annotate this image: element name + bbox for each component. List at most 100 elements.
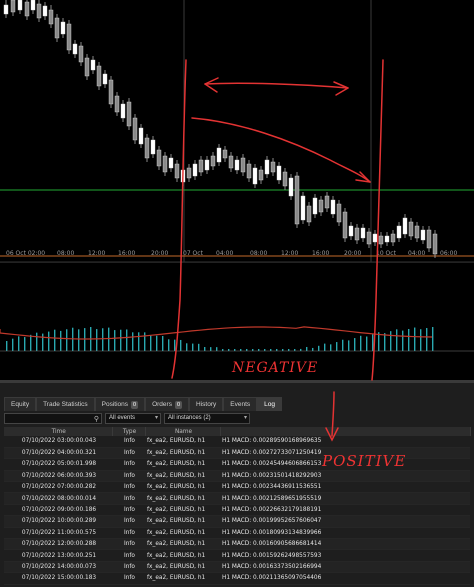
candle-body	[402, 217, 408, 235]
instances-select-value: All instances (2)	[168, 415, 211, 421]
macd-histogram-bar	[30, 334, 32, 351]
candle	[402, 214, 408, 238]
candle	[150, 136, 156, 158]
log-name-cell: fx_ea2, EURUSD, h1	[145, 481, 220, 494]
candle-body	[150, 139, 156, 155]
candle	[216, 144, 222, 166]
candle	[24, 0, 30, 20]
candle	[174, 160, 180, 182]
table-row[interactable]: 07/10/2022 06:00:00.393 Info fx_ea2, EURUS…	[4, 470, 470, 483]
tab-label: Positions	[101, 400, 129, 408]
log-table: Time Type Name 07/10/2022 03:00:00.043 In…	[4, 427, 471, 585]
search-input[interactable]: ⚲	[4, 413, 102, 424]
candle	[17, 0, 23, 14]
table-row[interactable]: 07/10/2022 03:00:00.043 Info fx_ea2, EURUS…	[4, 436, 470, 448]
column-header-name[interactable]: Name	[145, 427, 221, 436]
macd-histogram-bar	[186, 343, 188, 351]
candle	[360, 224, 366, 242]
candle-body	[216, 147, 222, 163]
tab-positions[interactable]: Positions 0	[94, 397, 146, 411]
candle-body	[66, 23, 72, 51]
log-name-cell: fx_ea2, EURUSD, h1	[145, 447, 220, 460]
tab-history[interactable]: History	[189, 397, 224, 411]
macd-histogram-bar	[78, 329, 80, 351]
log-time-cell: 07/10/2022 11:00:00.575	[4, 527, 112, 540]
macd-histogram-bar	[414, 327, 416, 351]
table-row[interactable]: 07/10/2022 11:00:00.575 Info fx_ea2, EURUS…	[4, 527, 470, 540]
instances-select[interactable]: All instances (2) ▾	[164, 413, 250, 424]
log-name-cell: fx_ea2, EURUSD, h1	[145, 527, 220, 540]
candle	[42, 2, 48, 20]
candle-body	[36, 3, 42, 19]
tab-label: Events	[230, 400, 251, 408]
candle	[114, 92, 120, 116]
macd-histogram-bar	[402, 330, 404, 351]
macd-histogram-bar	[114, 330, 116, 351]
candle-body	[162, 155, 168, 173]
table-row[interactable]: 07/10/2022 14:00:00.073 Info fx_ea2, EURUS…	[4, 561, 470, 574]
candle	[420, 226, 426, 244]
candle	[312, 194, 318, 218]
log-time-cell: 07/10/2022 07:00:00.282	[4, 481, 112, 494]
log-type-cell: Info	[112, 470, 145, 483]
events-select[interactable]: All events ▾	[105, 413, 161, 424]
search-icon[interactable]: ⚲	[94, 415, 99, 423]
macd-histogram-bar	[156, 335, 158, 351]
log-message-cell: H1 MACD: 0.00159262498557593	[220, 549, 470, 562]
log-type-cell: Info	[112, 447, 145, 460]
candle-body	[234, 159, 240, 171]
tab-log[interactable]: Log	[257, 397, 282, 411]
candle-body	[426, 229, 432, 249]
price-chart[interactable]: 06 Oct 02:00 08:00 12:00 16:00 20:00 07 Oct 04…	[0, 0, 474, 262]
table-row[interactable]: 07/10/2022 13:00:00.251 Info fx_ea2, EURUS…	[4, 549, 470, 562]
tab-orders[interactable]: Orders 0	[145, 397, 190, 411]
chevron-down-icon: ▾	[243, 415, 247, 421]
candle-body	[372, 233, 378, 243]
macd-histogram-bar	[108, 327, 110, 351]
macd-histogram-bar	[162, 335, 164, 351]
table-header-row: Time Type Name	[4, 427, 471, 436]
table-row[interactable]: 07/10/2022 09:00:00.186 Info fx_ea2, EURUS…	[4, 504, 470, 517]
candle	[390, 230, 396, 246]
log-time-cell: 07/10/2022 06:00:00.393	[4, 470, 112, 483]
column-header-time[interactable]: Time	[4, 427, 113, 436]
log-message-cell: H1 MACD: 0.00163373502166994	[220, 561, 470, 574]
tab-trade-statistics[interactable]: Trade Statistics	[36, 397, 95, 411]
log-time-cell: 07/10/2022 13:00:00.251	[4, 549, 112, 562]
log-type-cell: Info	[112, 458, 145, 471]
log-type-cell: Info	[112, 527, 145, 540]
candle	[252, 164, 258, 188]
candle	[138, 124, 144, 148]
candle	[54, 14, 60, 42]
candle-body	[210, 155, 216, 167]
candle	[396, 222, 402, 242]
candle-body	[156, 149, 162, 167]
tab-events[interactable]: Events	[223, 397, 258, 411]
candle	[48, 5, 54, 28]
candle-body	[228, 155, 234, 169]
table-row[interactable]: 07/10/2022 12:00:00.288 Info fx_ea2, EURUS…	[4, 538, 470, 551]
column-header-type[interactable]: Type	[112, 427, 146, 436]
table-row[interactable]: 07/10/2022 08:00:00.014 Info fx_ea2, EURUS…	[4, 492, 470, 505]
candle	[318, 196, 324, 216]
candle-body	[384, 235, 390, 243]
candle	[90, 56, 96, 74]
candlestick-plot[interactable]	[0, 0, 474, 262]
candle	[348, 222, 354, 240]
candle	[36, 0, 42, 22]
candle-body	[306, 205, 312, 223]
table-row[interactable]: 07/10/2022 07:00:00.282 Info fx_ea2, EURUS…	[4, 481, 470, 494]
log-message-cell: H1 MACD: 0.00211365097054406	[220, 572, 470, 585]
log-name-cell: fx_ea2, EURUSD, h1	[145, 458, 220, 471]
macd-histogram-bar	[390, 331, 392, 351]
candle	[306, 202, 312, 226]
candle	[228, 152, 234, 172]
table-row[interactable]: 07/10/2022 10:00:00.289 Info fx_ea2, EURUS…	[4, 515, 470, 528]
annotation-positive: POSITIVE	[322, 452, 407, 470]
tab-equity[interactable]: Equity	[4, 397, 37, 411]
candle	[186, 164, 192, 182]
table-row[interactable]: 07/10/2022 15:00:00.183 Info fx_ea2, EURUS…	[4, 572, 470, 585]
column-header-message[interactable]	[220, 427, 471, 436]
candle	[204, 156, 210, 174]
log-type-cell: Info	[112, 572, 145, 585]
